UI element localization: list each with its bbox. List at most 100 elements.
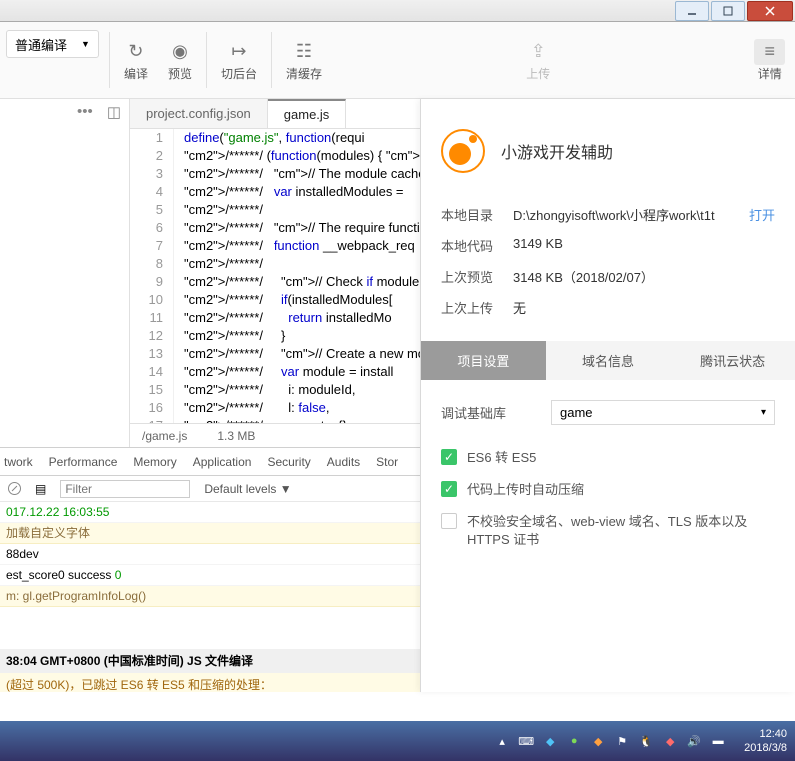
log-levels-dropdown[interactable]: Default levels ▼ (204, 482, 291, 496)
tray-wechat-icon[interactable]: ● (566, 733, 582, 749)
panel-tab-project[interactable]: 项目设置 (421, 341, 546, 380)
details-panel: 小游戏开发辅助 本地目录 D:\zhongyisoft\work\小程序work… (420, 99, 795, 692)
checkbox-icon (441, 513, 457, 529)
lib-select[interactable]: game ▾ (551, 400, 775, 425)
left-sidebar: ••• ◫ (0, 99, 130, 447)
tray-keyboard-icon[interactable]: ⌨ (518, 733, 534, 749)
app-logo-icon (441, 129, 485, 173)
devtools-tab-performance[interactable]: Performance (49, 455, 118, 469)
tray-qq-icon[interactable]: 🐧 (638, 733, 654, 749)
window-maximize-button[interactable] (711, 1, 745, 21)
details-button[interactable]: ≡ 详情 (744, 22, 795, 98)
clear-cache-label: 清缓存 (286, 65, 322, 82)
separator (271, 32, 272, 88)
stack-icon: ☷ (296, 39, 312, 65)
tab-game-js[interactable]: game.js (268, 99, 347, 128)
status-path: /game.js (142, 429, 187, 443)
caret-down-icon: ▼ (81, 39, 90, 49)
tray-flag-icon[interactable]: ⚑ (614, 733, 630, 749)
tab-label: project.config.json (146, 106, 251, 121)
tray-app2-icon[interactable]: ◆ (662, 733, 678, 749)
taskbar-clock[interactable]: 12:40 2018/3/8 (744, 727, 787, 755)
info-value: D:\zhongyisoft\work\小程序work\t1t (513, 205, 749, 224)
compile-mode-label: 普通编译 (15, 35, 67, 54)
devtools-tab-storage[interactable]: Stor (376, 455, 398, 469)
checkbox-es6[interactable]: ✓ ES6 转 ES5 (441, 449, 775, 467)
system-tray: ▴ ⌨ ◆ ● ◆ ⚑ 🐧 ◆ 🔊 ▬ 12:40 2018/3/8 (494, 727, 787, 755)
info-row-dir: 本地目录 D:\zhongyisoft\work\小程序work\t1t 打开 (441, 199, 775, 230)
separator (109, 32, 110, 88)
upload-button[interactable]: ⇪ 上传 (516, 22, 560, 98)
open-dir-link[interactable]: 打开 (749, 205, 775, 224)
eye-icon: ◉ (172, 39, 188, 65)
devtools-tab-memory[interactable]: Memory (133, 455, 176, 469)
clear-cache-button[interactable]: ☷ 清缓存 (276, 22, 332, 98)
tray-chevron-icon[interactable]: ▴ (494, 733, 510, 749)
tray-app-icon[interactable]: ◆ (590, 733, 606, 749)
clear-console-icon[interactable] (8, 482, 21, 495)
sidebar-toggle-icon[interactable]: ▤ (35, 482, 46, 496)
more-icon[interactable]: ••• (77, 103, 93, 120)
info-row-upload: 上次上传 无 (441, 292, 775, 323)
panel-header: 小游戏开发辅助 (421, 99, 795, 199)
info-label: 本地代码 (441, 236, 513, 255)
compile-button[interactable]: ↻ 编译 (114, 22, 158, 98)
checkbox-icon: ✓ (441, 481, 457, 497)
checkbox-noverify[interactable]: 不校验安全域名、web-view 域名、TLS 版本以及 HTTPS 证书 (441, 513, 775, 549)
line-gutter: 1234567891011121314151617 (130, 129, 174, 423)
panel-tab-domain[interactable]: 域名信息 (546, 341, 671, 380)
checkbox-icon: ✓ (441, 449, 457, 465)
chevron-down-icon: ▾ (761, 407, 766, 418)
panel-tab-qcloud[interactable]: 腾讯云状态 (670, 341, 795, 380)
checkbox-label: 代码上传时自动压缩 (467, 481, 584, 499)
back-icon: ↦ (231, 39, 246, 65)
info-label: 上次上传 (441, 298, 513, 317)
upload-icon: ⇪ (531, 39, 546, 65)
details-label: 详情 (758, 65, 782, 82)
preview-button[interactable]: ◉ 预览 (158, 22, 202, 98)
preview-label: 预览 (168, 65, 192, 82)
checkbox-compress[interactable]: ✓ 代码上传时自动压缩 (441, 481, 775, 499)
background-button[interactable]: ↦ 切后台 (211, 22, 267, 98)
checkbox-label: 不校验安全域名、web-view 域名、TLS 版本以及 HTTPS 证书 (467, 513, 775, 549)
tray-volume-icon[interactable]: 🔊 (686, 733, 702, 749)
lib-value: game (560, 405, 593, 420)
tab-project-config[interactable]: project.config.json (130, 99, 268, 128)
checkbox-label: ES6 转 ES5 (467, 449, 536, 467)
taskbar: ▴ ⌨ ◆ ● ◆ ⚑ 🐧 ◆ 🔊 ▬ 12:40 2018/3/8 (0, 721, 795, 761)
compile-mode-dropdown[interactable]: 普通编译 ▼ (6, 30, 99, 58)
status-size: 1.3 MB (217, 429, 255, 443)
tray-shield-icon[interactable]: ◆ (542, 733, 558, 749)
info-label: 上次预览 (441, 267, 513, 286)
devtools-tab-security[interactable]: Security (267, 455, 310, 469)
panel-body: 调试基础库 game ▾ ✓ ES6 转 ES5 ✓ 代码上传时自动压缩 不校验… (421, 380, 795, 583)
window-close-button[interactable] (747, 1, 793, 21)
clock-time: 12:40 (744, 727, 787, 741)
console-filter-input[interactable] (60, 480, 190, 498)
devtools-tab-application[interactable]: Application (193, 455, 252, 469)
info-row-code: 本地代码 3149 KB (441, 230, 775, 261)
tray-network-icon[interactable]: ▬ (710, 733, 726, 749)
separator (206, 32, 207, 88)
tab-label: game.js (284, 107, 330, 122)
split-icon[interactable]: ◫ (107, 103, 121, 121)
lib-row: 调试基础库 game ▾ (441, 400, 775, 425)
devtools-tab-network[interactable]: twork (4, 455, 33, 469)
refresh-icon: ↻ (128, 39, 143, 65)
menu-icon: ≡ (754, 39, 785, 65)
info-value: 无 (513, 298, 775, 317)
window-titlebar (0, 0, 795, 22)
info-row-preview: 上次预览 3148 KB（2018/02/07） (441, 261, 775, 292)
compile-label: 编译 (124, 65, 148, 82)
info-label: 本地目录 (441, 205, 513, 224)
background-label: 切后台 (221, 65, 257, 82)
panel-tabs: 项目设置 域名信息 腾讯云状态 (421, 341, 795, 380)
window-minimize-button[interactable] (675, 1, 709, 21)
clock-date: 2018/3/8 (744, 741, 787, 755)
devtools-tab-audits[interactable]: Audits (327, 455, 360, 469)
panel-info: 本地目录 D:\zhongyisoft\work\小程序work\t1t 打开 … (421, 199, 795, 341)
info-value: 3148 KB（2018/02/07） (513, 267, 775, 286)
lib-label: 调试基础库 (441, 403, 551, 422)
toolbar: 普通编译 ▼ ↻ 编译 ◉ 预览 ↦ 切后台 ☷ 清缓存 ⇪ 上传 ≡ 详情 (0, 22, 795, 99)
upload-label: 上传 (526, 65, 550, 82)
